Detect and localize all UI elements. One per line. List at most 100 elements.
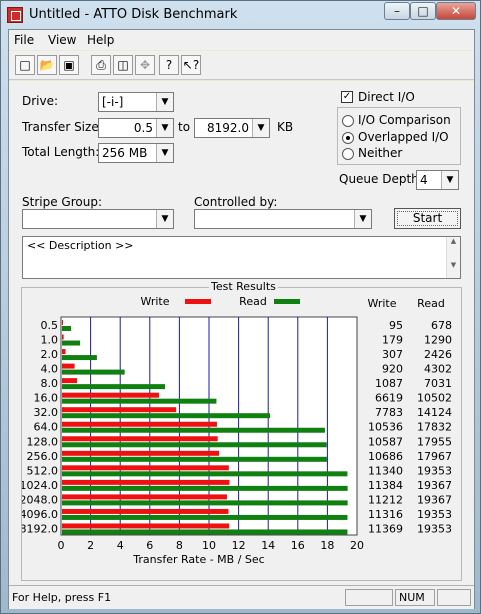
read-value: 4302 — [424, 363, 452, 376]
io-comparison-radio[interactable] — [342, 115, 354, 127]
write-value: 11369 — [368, 522, 403, 535]
read-value: 7031 — [424, 377, 452, 390]
x-tick-label: 4 — [117, 539, 124, 552]
x-tick-label: 8 — [176, 539, 183, 552]
legend-read-label: Read — [239, 295, 267, 308]
x-tick-label: 6 — [146, 539, 153, 552]
overlapped-io-radio[interactable] — [342, 132, 354, 144]
write-bar — [62, 378, 78, 384]
read-bar — [62, 500, 348, 506]
read-value: 19367 — [417, 479, 452, 492]
total-length-value: 256 MB — [102, 146, 148, 160]
read-value: 678 — [431, 319, 452, 332]
help-icon[interactable]: ? — [159, 55, 179, 75]
minimize-button[interactable]: – — [384, 2, 410, 20]
write-value: 10686 — [368, 450, 403, 463]
controlled-by-label: Controlled by: — [194, 195, 278, 209]
stripe-group-select[interactable]: ▼ — [22, 209, 174, 229]
queue-depth-select[interactable]: 4 ▼ — [416, 170, 459, 190]
app-window: Untitled - ATTO Disk Benchmark – □ ✕ Fil… — [0, 0, 481, 614]
controlled-by-select[interactable]: ▼ — [194, 209, 372, 229]
write-value: 1087 — [375, 377, 403, 390]
print-icon[interactable]: ⎙ — [91, 55, 111, 75]
read-bar — [62, 427, 325, 433]
total-length-label: Total Length: — [22, 145, 100, 159]
write-value: 307 — [382, 348, 403, 361]
write-value: 7783 — [375, 406, 403, 419]
menu-bar: File View Help — [9, 30, 474, 50]
start-button[interactable]: Start — [394, 208, 461, 229]
y-category-label: 2048.0 — [22, 493, 58, 506]
x-tick-label: 0 — [58, 539, 65, 552]
save-icon[interactable]: ▣ — [59, 55, 79, 75]
write-bar — [62, 349, 66, 355]
title-bar[interactable]: Untitled - ATTO Disk Benchmark – □ ✕ — [1, 1, 480, 29]
write-bar — [62, 494, 227, 500]
read-value: 19353 — [417, 522, 452, 535]
maximize-button[interactable]: □ — [410, 2, 436, 20]
drive-select-value: [-i-] — [102, 95, 124, 109]
transfer-size-from-select[interactable]: 0.5 ▼ — [98, 118, 174, 138]
write-value: 920 — [382, 363, 403, 376]
new-file-icon[interactable]: □ — [15, 55, 35, 75]
write-value: 10587 — [368, 435, 403, 448]
drive-select[interactable]: [-i-] ▼ — [98, 92, 174, 112]
write-bar — [62, 450, 220, 456]
write-value: 11316 — [368, 508, 403, 521]
print-preview-icon[interactable]: ◫ — [113, 55, 133, 75]
drive-label: Drive: — [22, 94, 59, 108]
chevron-down-icon: ▼ — [354, 210, 371, 228]
menu-help[interactable]: Help — [87, 33, 114, 47]
context-help-icon[interactable]: ↖? — [181, 55, 201, 75]
write-bar — [62, 320, 63, 325]
y-category-label: 16.0 — [34, 392, 59, 405]
close-button[interactable]: ✕ — [436, 2, 476, 20]
chevron-down-icon: ▼ — [156, 119, 173, 137]
y-category-label: 512.0 — [27, 464, 59, 477]
move-icon[interactable]: ✥ — [135, 55, 155, 75]
read-column-header: Read — [417, 297, 445, 310]
read-bar — [62, 485, 348, 491]
status-bar: For Help, press F1 NUM — [9, 585, 474, 609]
overlapped-io-label[interactable]: Overlapped I/O — [358, 130, 449, 144]
write-bar — [62, 508, 229, 514]
read-bar — [62, 369, 125, 375]
status-pane-scroll — [437, 589, 471, 606]
transfer-size-to-select[interactable]: 8192.0 ▼ — [194, 118, 270, 138]
legend-write-label: Write — [140, 295, 169, 308]
y-category-label: 1024.0 — [22, 479, 58, 492]
write-bar — [62, 363, 75, 369]
y-category-label: 2.0 — [41, 348, 59, 361]
y-category-label: 1.0 — [41, 334, 59, 347]
write-bar — [62, 523, 230, 529]
y-category-label: 0.5 — [41, 319, 59, 332]
x-axis-label: Transfer Rate - MB / Sec — [132, 553, 264, 566]
total-length-select[interactable]: 256 MB ▼ — [98, 143, 174, 163]
read-bar — [62, 413, 271, 419]
menu-view[interactable]: View — [48, 33, 76, 47]
write-column-header: Write — [367, 297, 396, 310]
read-bar — [62, 398, 217, 404]
open-folder-icon[interactable]: 📂 — [37, 55, 57, 75]
description-scrollbar[interactable]: ▲ ▼ — [446, 237, 460, 278]
write-value: 10536 — [368, 421, 403, 434]
direct-io-label[interactable]: Direct I/O — [358, 90, 415, 104]
read-bar — [62, 355, 97, 361]
io-comparison-label[interactable]: I/O Comparison — [358, 113, 451, 127]
x-tick-label: 16 — [291, 539, 305, 552]
main-panel: Drive: [-i-] ▼ Transfer Size: 0.5 ▼ to 8… — [9, 81, 474, 585]
write-bar — [62, 334, 64, 340]
neither-radio[interactable] — [342, 148, 354, 160]
to-label: to — [178, 120, 191, 134]
read-bar — [62, 340, 81, 346]
y-category-label: 64.0 — [34, 421, 59, 434]
direct-io-checkbox[interactable]: ✓ — [341, 91, 353, 103]
description-textarea[interactable]: << Description >> ▲ ▼ — [22, 236, 461, 279]
y-category-label: 8192.0 — [22, 522, 58, 535]
menu-file[interactable]: File — [14, 33, 34, 47]
num-lock-indicator: NUM — [395, 589, 435, 606]
x-tick-label: 2 — [87, 539, 94, 552]
y-category-label: 4096.0 — [22, 508, 58, 521]
neither-label[interactable]: Neither — [358, 146, 402, 160]
legend-write-swatch — [185, 299, 211, 304]
